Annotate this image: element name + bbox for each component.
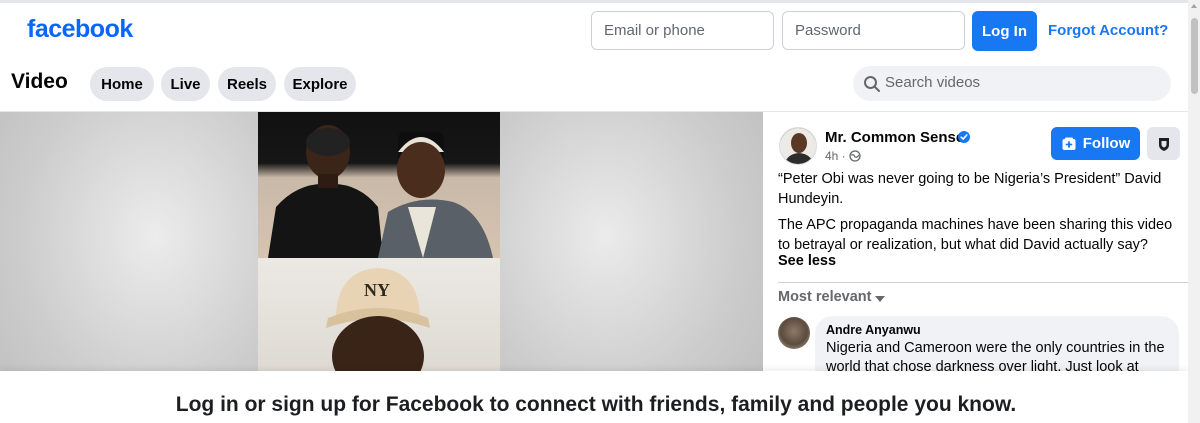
see-less-link[interactable]: See less <box>778 253 836 269</box>
two-men-image <box>268 125 493 258</box>
author-name[interactable]: Mr. Common Sense <box>825 129 964 146</box>
tab-home[interactable]: Home <box>90 67 154 101</box>
search-videos-box[interactable]: Search videos <box>853 66 1171 101</box>
post-time[interactable]: 4h · <box>825 149 846 163</box>
tab-explore[interactable]: Explore <box>284 67 356 101</box>
shield-icon <box>1158 137 1169 151</box>
search-icon <box>864 76 880 92</box>
scrollbar-thumb[interactable] <box>1191 18 1198 94</box>
login-button[interactable]: Log In <box>972 11 1037 51</box>
follow-button[interactable]: Follow <box>1051 127 1140 160</box>
commenter-avatar[interactable] <box>778 317 810 349</box>
verified-badge-icon <box>958 131 970 143</box>
post-paragraph-1: “Peter Obi was never going to be Nigeria… <box>778 171 1162 207</box>
tab-reels[interactable]: Reels <box>218 67 276 101</box>
tab-live[interactable]: Live <box>161 67 210 101</box>
top-bar: facebook Log In Forgot Account? <box>0 0 1188 60</box>
email-field[interactable] <box>591 11 774 50</box>
comment-sort-dropdown[interactable]: Most relevant <box>778 289 871 305</box>
forgot-account-link[interactable]: Forgot Account? <box>1048 22 1168 39</box>
page: facebook Log In Forgot Account? Video Ho… <box>0 0 1200 423</box>
post-paragraph-2: The APC propaganda machines have been sh… <box>778 217 1173 253</box>
scrollbar[interactable] <box>1188 0 1200 423</box>
author-avatar[interactable] <box>779 127 817 165</box>
scroll-up-arrow-icon[interactable] <box>1191 4 1197 8</box>
divider <box>778 282 1188 283</box>
facebook-logo[interactable]: facebook <box>27 15 133 44</box>
commenter-name[interactable]: Andre Anyanwu <box>826 323 921 337</box>
cap-text: NY <box>364 280 390 300</box>
follow-page-icon <box>1062 137 1076 150</box>
password-field[interactable] <box>782 11 965 50</box>
caret-down-icon[interactable] <box>875 296 885 302</box>
login-prompt-banner: Log in or sign up for Facebook to connec… <box>0 371 1188 423</box>
video-thumbnail-top <box>258 112 500 258</box>
login-prompt-text: Log in or sign up for Facebook to connec… <box>175 393 1017 416</box>
globe-icon <box>849 150 861 162</box>
video-subnav: Video Home Live Reels Explore Search vid… <box>0 60 1188 112</box>
save-button[interactable] <box>1147 127 1180 160</box>
follow-label: Follow <box>1082 135 1131 152</box>
author-avatar-image <box>780 128 816 164</box>
search-input[interactable]: Search videos <box>885 74 980 91</box>
page-title: Video <box>11 70 68 93</box>
